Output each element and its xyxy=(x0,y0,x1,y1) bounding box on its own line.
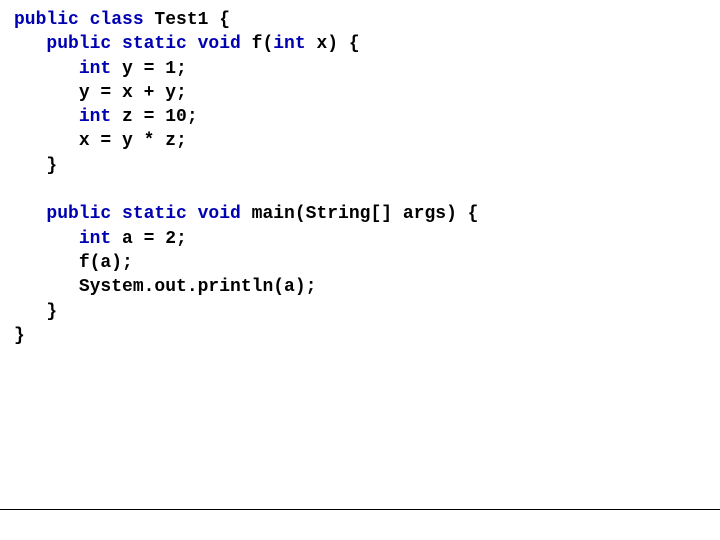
code-line-7: } xyxy=(14,154,706,178)
code-text: x) { xyxy=(306,34,360,54)
indent xyxy=(14,229,79,249)
keyword: int xyxy=(273,34,305,54)
code-line-6: x = y * z; xyxy=(14,129,706,153)
code-text: y = 1; xyxy=(111,59,187,79)
indent xyxy=(14,302,46,322)
blank-line xyxy=(14,178,706,202)
code-text: } xyxy=(46,302,57,322)
indent xyxy=(14,107,79,127)
code-line-5: int z = 10; xyxy=(14,105,706,129)
code-text: y = x + y; xyxy=(79,83,187,103)
indent xyxy=(14,156,46,176)
keyword: int xyxy=(79,59,111,79)
keyword: public class xyxy=(14,10,144,30)
indent xyxy=(14,34,46,54)
keyword: int xyxy=(79,229,111,249)
code-line-9: int a = 2; xyxy=(14,227,706,251)
code-line-2: public static void f(int x) { xyxy=(14,32,706,56)
code-text: System.out.println(a); xyxy=(79,277,317,297)
indent xyxy=(14,204,46,224)
code-line-1: public class Test1 { xyxy=(14,8,706,32)
indent xyxy=(14,131,79,151)
code-text: x = y * z; xyxy=(79,131,187,151)
code-text: } xyxy=(14,326,25,346)
code-text: f(a); xyxy=(79,253,133,273)
code-line-8: public static void main(String[] args) { xyxy=(14,202,706,226)
code-line-3: int y = 1; xyxy=(14,57,706,81)
indent xyxy=(14,253,79,273)
keyword: public static void xyxy=(46,34,240,54)
code-text xyxy=(14,180,25,200)
code-line-12: } xyxy=(14,300,706,324)
horizontal-divider xyxy=(0,509,720,510)
indent xyxy=(14,59,79,79)
code-line-11: System.out.println(a); xyxy=(14,275,706,299)
code-line-13: } xyxy=(14,324,706,348)
code-block: public class Test1 { public static void … xyxy=(0,0,720,356)
code-text: z = 10; xyxy=(111,107,197,127)
code-text: main(String[] args) { xyxy=(241,204,479,224)
code-text: a = 2; xyxy=(111,229,187,249)
code-line-4: y = x + y; xyxy=(14,81,706,105)
keyword: int xyxy=(79,107,111,127)
code-text: } xyxy=(46,156,57,176)
indent xyxy=(14,277,79,297)
keyword: public static void xyxy=(46,204,240,224)
code-text: f( xyxy=(241,34,273,54)
indent xyxy=(14,83,79,103)
code-line-10: f(a); xyxy=(14,251,706,275)
code-text: Test1 { xyxy=(144,10,230,30)
